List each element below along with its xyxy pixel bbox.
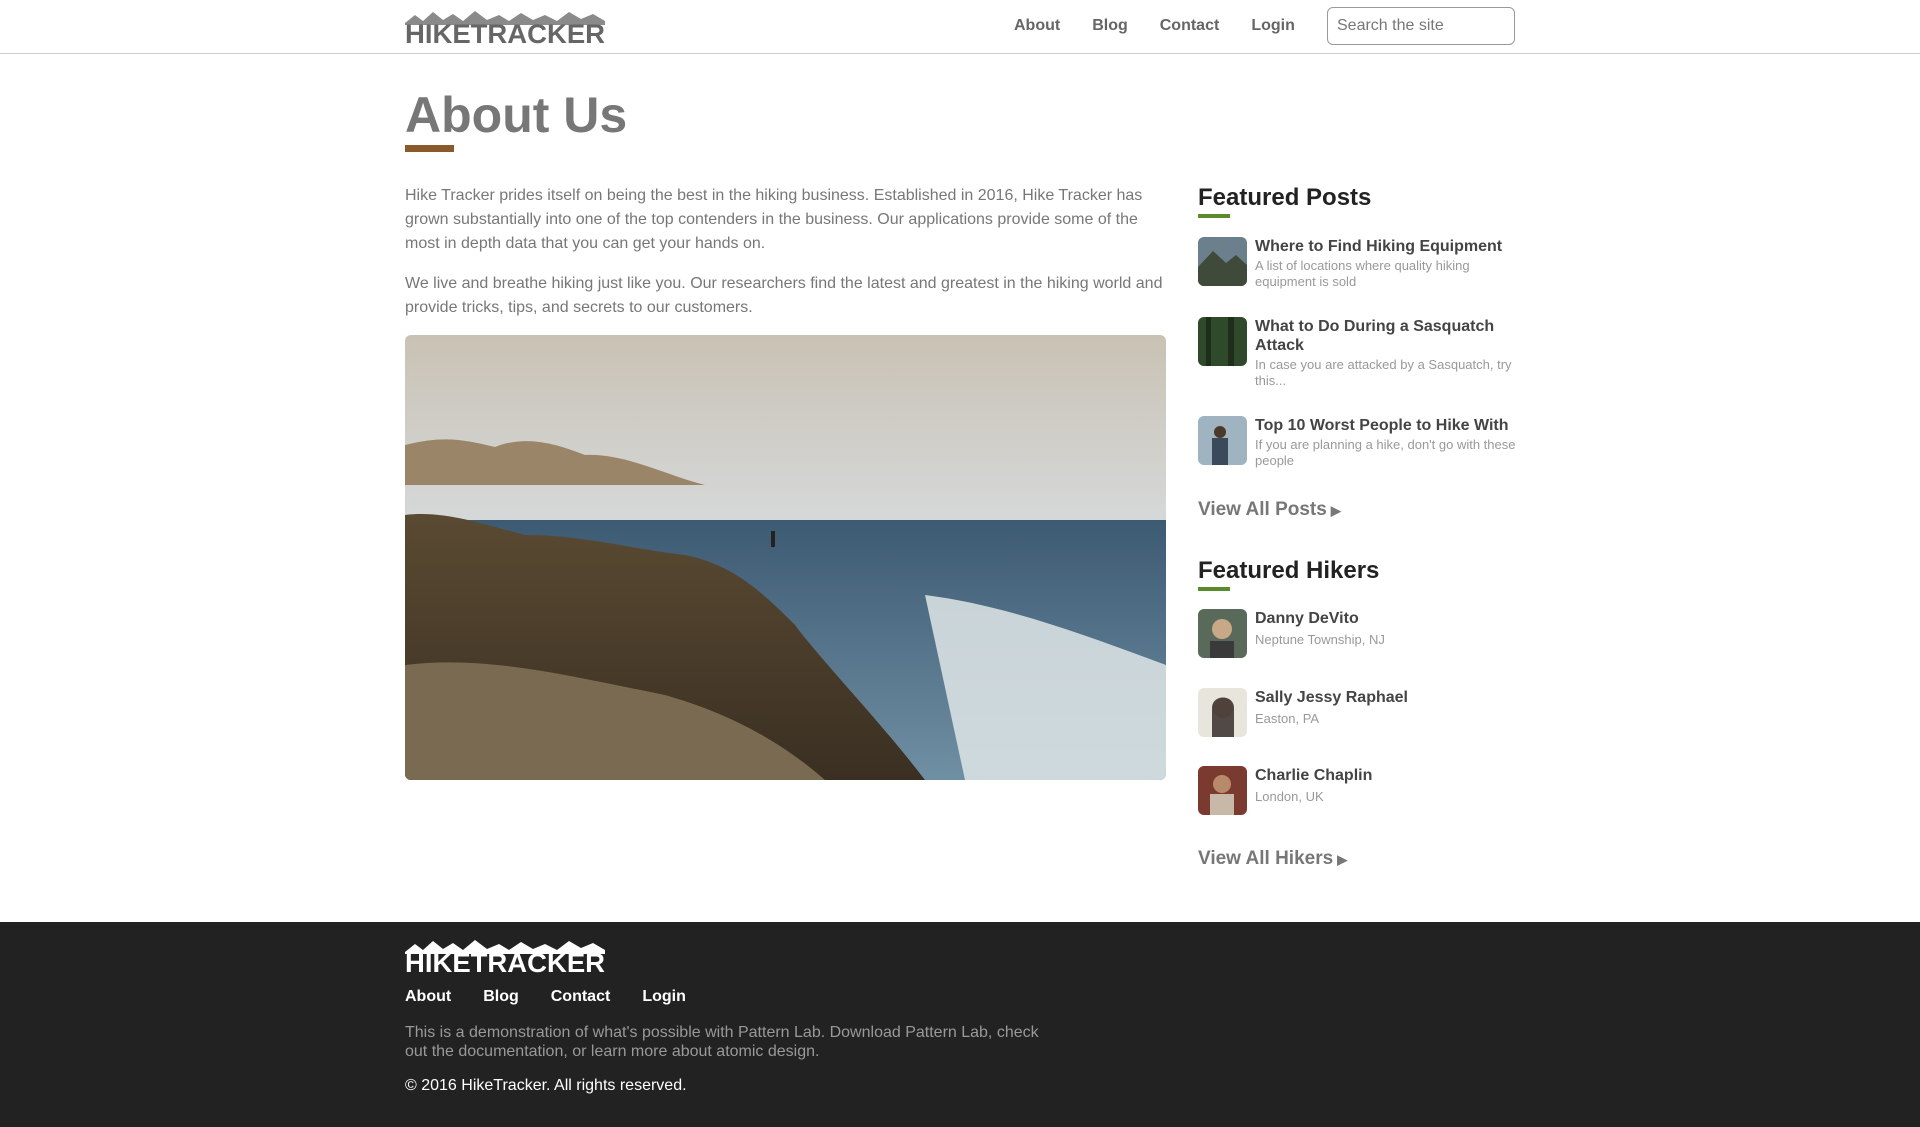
featured-hiker[interactable]: Charlie Chaplin London, UK — [1198, 766, 1518, 816]
logo-text: HIKETRACKER — [405, 19, 605, 45]
featured-post[interactable]: Top 10 Worst People to Hike With If you … — [1198, 416, 1518, 476]
footer-description: This is a demonstration of what's possib… — [405, 1024, 1039, 1060]
featured-hiker[interactable]: Danny DeVito Neptune Township, NJ — [1198, 609, 1518, 659]
hiker-name[interactable]: Sally Jessy Raphael — [1255, 688, 1517, 707]
hiker-location: Easton, PA — [1255, 711, 1320, 726]
featured-post[interactable]: Where to Find Hiking Equipment A list of… — [1198, 237, 1518, 297]
post-excerpt: If you are planning a hike, don't go wit… — [1255, 437, 1516, 468]
intro-text: Hike Tracker prides itself on being the … — [405, 184, 1165, 336]
footer-nav-login[interactable]: Login — [642, 988, 686, 1006]
post-excerpt: A list of locations where quality hiking… — [1255, 258, 1470, 289]
title-accent-bar — [405, 145, 454, 152]
hiker-location: Neptune Township, NJ — [1255, 632, 1385, 647]
footer-copyright: © 2016 HikeTracker. All rights reserved. — [405, 1077, 687, 1094]
featured-posts-heading: Featured Posts — [1198, 184, 1372, 211]
post-excerpt: In case you are attacked by a Sasquatch,… — [1255, 357, 1512, 388]
view-all-hikers-label: View All Hikers — [1198, 848, 1334, 869]
main-nav: About Blog Contact Login — [1014, 17, 1327, 35]
intro-paragraph: We live and breathe hiking just like you… — [405, 275, 1163, 316]
view-all-hikers-link[interactable]: View All Hikers ▶ — [1198, 848, 1347, 870]
nav-login[interactable]: Login — [1251, 17, 1295, 35]
site-logo[interactable]: HIKETRACKER — [405, 9, 605, 45]
footer-nav-contact[interactable]: Contact — [551, 988, 611, 1006]
footer-nav-about[interactable]: About — [405, 988, 451, 1006]
footer-logo[interactable]: HIKETRACKER — [405, 938, 605, 974]
hiker-avatar[interactable] — [1198, 609, 1247, 658]
view-all-posts-link[interactable]: View All Posts ▶ — [1198, 499, 1341, 521]
footer-nav: About Blog Contact Login — [405, 988, 718, 1006]
post-thumbnail[interactable] — [1198, 237, 1247, 286]
post-title[interactable]: What to Do During a Sasquatch Attack — [1255, 317, 1517, 355]
nav-contact[interactable]: Contact — [1160, 17, 1220, 35]
footer-logo-text: HIKETRACKER — [405, 948, 605, 974]
featured-post[interactable]: What to Do During a Sasquatch Attack In … — [1198, 317, 1518, 397]
site-footer: HIKETRACKER About Blog Contact Login Thi… — [0, 922, 1920, 1127]
hiker-avatar[interactable] — [1198, 766, 1247, 815]
view-all-posts-label: View All Posts — [1198, 499, 1327, 520]
featured-hiker[interactable]: Sally Jessy Raphael Easton, PA — [1198, 688, 1518, 738]
arrow-right-icon: ▶ — [1330, 503, 1341, 518]
arrow-right-icon: ▶ — [1337, 852, 1348, 867]
nav-blog[interactable]: Blog — [1092, 17, 1128, 35]
hero-image — [405, 335, 1166, 780]
nav-about[interactable]: About — [1014, 17, 1060, 35]
intro-paragraph: Hike Tracker prides itself on being the … — [405, 187, 1143, 252]
hiker-avatar[interactable] — [1198, 688, 1247, 737]
featured-hikers-heading: Featured Hikers — [1198, 557, 1380, 584]
post-thumbnail[interactable] — [1198, 416, 1247, 465]
site-header: HIKETRACKER About Blog Contact Login — [0, 0, 1920, 54]
post-title[interactable]: Where to Find Hiking Equipment — [1255, 237, 1517, 256]
search-input[interactable] — [1327, 7, 1515, 45]
featured-posts-accent — [1198, 214, 1230, 218]
post-thumbnail[interactable] — [1198, 317, 1247, 366]
hiker-name[interactable]: Danny DeVito — [1255, 609, 1517, 628]
hiker-name[interactable]: Charlie Chaplin — [1255, 766, 1517, 785]
featured-hikers-accent — [1198, 587, 1230, 591]
post-title[interactable]: Top 10 Worst People to Hike With — [1255, 416, 1517, 435]
hiker-location: London, UK — [1255, 789, 1324, 804]
page-title: About Us — [405, 87, 628, 143]
footer-nav-blog[interactable]: Blog — [483, 988, 519, 1006]
